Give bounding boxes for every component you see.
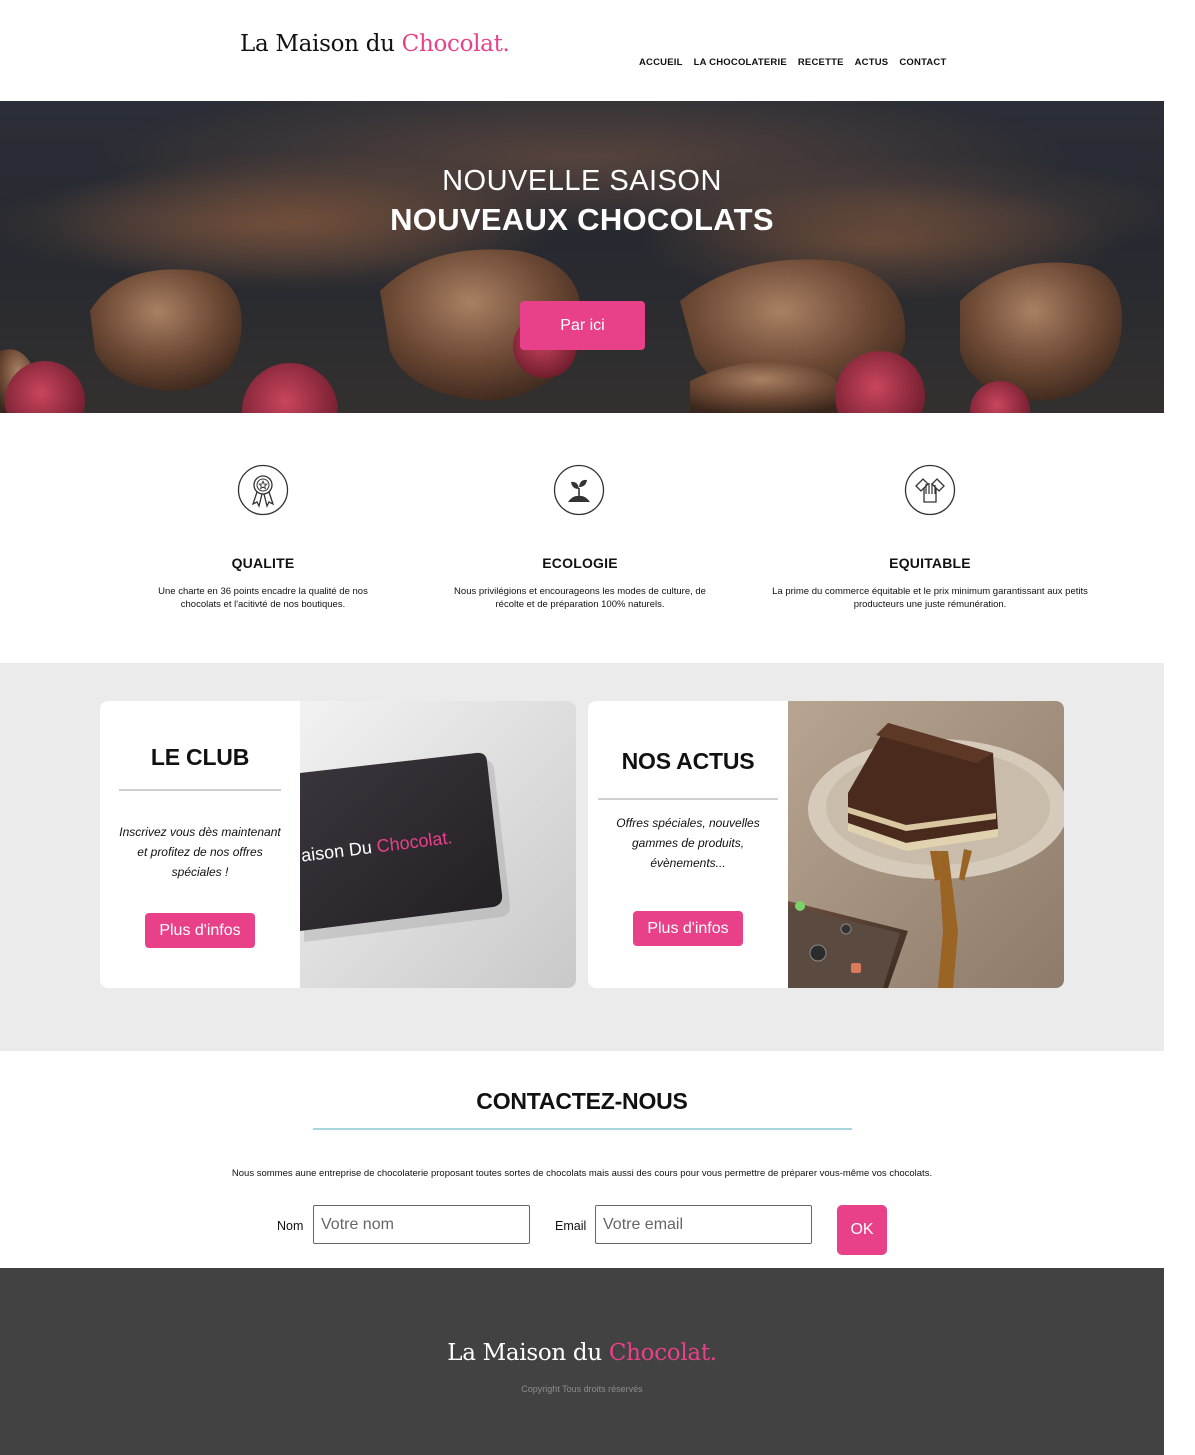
nav-item-accueil[interactable]: ACCUEIL xyxy=(639,57,683,68)
actus-card-image xyxy=(788,701,1064,988)
footer-logo[interactable]: La Maison du Chocolat. xyxy=(0,1340,1164,1366)
hero-banner: NOUVELLE SAISON NOUVEAUX CHOCOLATS Par i… xyxy=(0,101,1164,413)
footer-logo-text-accent: Chocolat. xyxy=(608,1340,717,1366)
hero-title-line2: NOUVEAUX CHOCOLATS xyxy=(390,202,774,237)
nav-item-actus[interactable]: ACTUS xyxy=(855,57,889,68)
logo-text-main: La Maison du xyxy=(240,31,402,57)
club-card-title: LE CLUB xyxy=(150,744,250,770)
club-card-image: aison Du Chocolat. xyxy=(300,701,576,988)
email-input[interactable] xyxy=(595,1205,812,1244)
contact-divider xyxy=(313,1128,852,1130)
club-card-divider xyxy=(119,789,281,791)
hero-cta-button[interactable]: Par ici xyxy=(520,301,645,350)
hero-title-line1: NOUVELLE SAISON xyxy=(442,165,722,197)
cake-plate-image xyxy=(788,701,1064,988)
footer-logo-text-main: La Maison du xyxy=(447,1340,609,1366)
site-logo[interactable]: La Maison du Chocolat. xyxy=(240,31,510,57)
feature-title: QUALITE xyxy=(231,555,295,571)
site-footer: La Maison du Chocolat. Copyright Tous dr… xyxy=(0,1268,1164,1455)
submit-button[interactable]: OK xyxy=(837,1205,887,1255)
logo-text-accent: Chocolat. xyxy=(401,31,510,57)
features-section: QUALITE Une charte en 36 points encadre … xyxy=(0,413,1164,663)
site-header: La Maison du Chocolat. ACCUEIL LA CHOCOL… xyxy=(0,0,1164,101)
name-label: Nom xyxy=(277,1219,304,1233)
membership-card-image: aison Du Chocolat. xyxy=(300,701,576,988)
nav-item-recette[interactable]: RECETTE xyxy=(798,57,844,68)
feature-title: ECOLOGIE xyxy=(542,555,618,571)
award-ribbon-icon xyxy=(237,464,289,516)
hero-truffles-image xyxy=(0,151,1122,413)
contact-section: CONTACTEZ-NOUS Nous sommes aune entrepri… xyxy=(0,1051,1164,1268)
contact-title: CONTACTEZ-NOUS xyxy=(476,1088,688,1114)
copyright-text: Copyright Tous droits réservés xyxy=(521,1384,643,1394)
feature-text: Une charte en 36 points encadre la quali… xyxy=(158,586,368,610)
actus-card: NOS ACTUS Offres spéciales, nouvelles ga… xyxy=(588,701,1064,988)
actus-card-title: NOS ACTUS xyxy=(621,748,755,774)
feature-title: EQUITABLE xyxy=(889,555,971,571)
club-card-text: Inscrivez vous dès maintenant et profite… xyxy=(119,825,281,879)
feature-text: La prime du commerce équitable et le pri… xyxy=(772,586,1088,610)
nav-item-contact[interactable]: CONTACT xyxy=(899,57,946,68)
nav-item-chocolaterie[interactable]: LA CHOCOLATERIE xyxy=(694,57,787,68)
actus-card-divider xyxy=(598,798,778,800)
handshake-icon xyxy=(904,464,956,516)
club-more-info-button[interactable]: Plus d'infos xyxy=(145,913,255,948)
name-input[interactable] xyxy=(313,1205,530,1244)
feature-text: Nous privilégions et encourageons les mo… xyxy=(454,586,706,610)
club-card-content: LE CLUB Inscrivez vous dès maintenant et… xyxy=(100,701,300,988)
actus-more-info-button[interactable]: Plus d'infos xyxy=(633,911,743,946)
seedling-icon xyxy=(553,464,605,516)
contact-description: Nous sommes aune entreprise de chocolate… xyxy=(231,1168,933,1179)
actus-card-text: Offres spéciales, nouvelles gammes de pr… xyxy=(616,816,760,870)
main-nav: ACCUEIL LA CHOCOLATERIE RECETTE ACTUS CO… xyxy=(639,57,947,68)
email-label: Email xyxy=(555,1219,587,1233)
cards-section: LE CLUB Inscrivez vous dès maintenant et… xyxy=(0,663,1164,1051)
actus-card-content: NOS ACTUS Offres spéciales, nouvelles ga… xyxy=(588,701,788,988)
club-card: LE CLUB Inscrivez vous dès maintenant et… xyxy=(100,701,576,988)
